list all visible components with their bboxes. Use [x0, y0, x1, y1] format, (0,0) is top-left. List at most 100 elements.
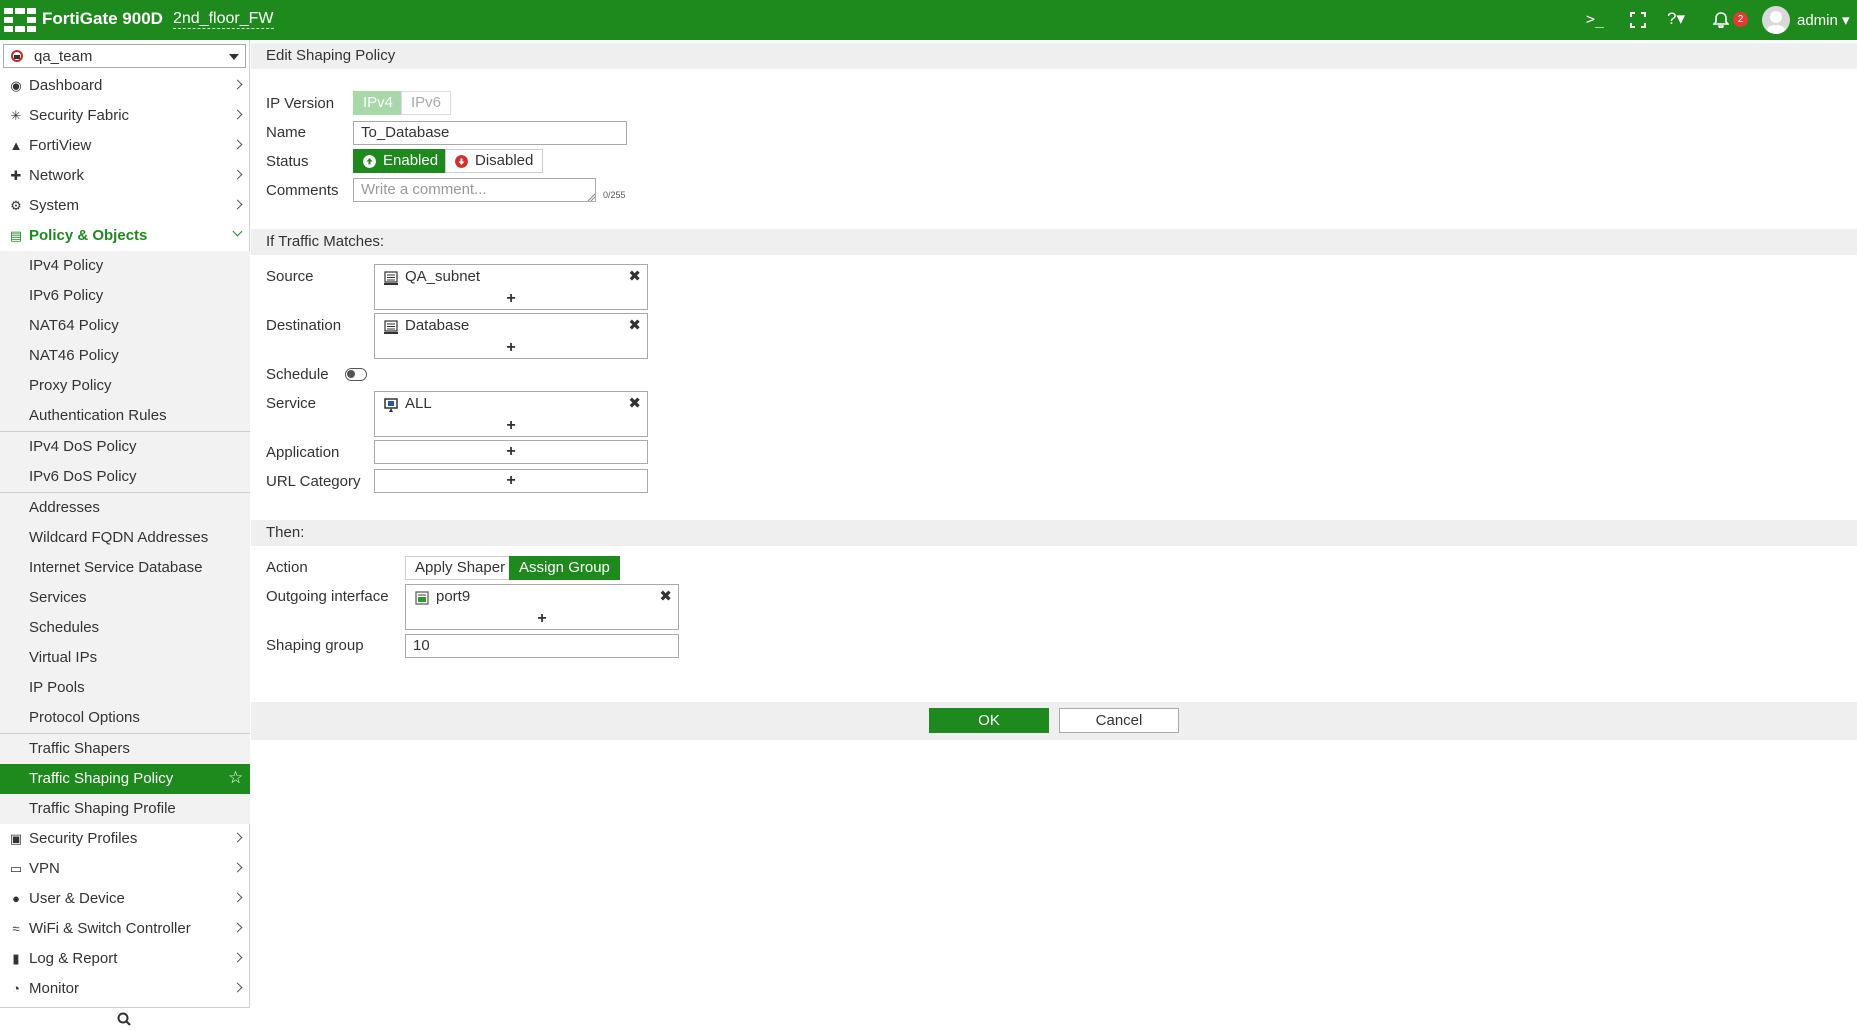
- sidebar-item-system[interactable]: ⚙ System: [0, 191, 250, 221]
- ipv6-option[interactable]: IPv6: [401, 91, 452, 115]
- sidebar-subitem-protocol-options[interactable]: Protocol Options: [0, 703, 250, 733]
- outgoing-interface-field[interactable]: port9 ✖ +: [405, 584, 679, 630]
- application-field[interactable]: +: [374, 440, 648, 464]
- arrow-down-circle-icon: [455, 155, 468, 168]
- chevron-right-icon: [232, 79, 243, 90]
- service-label: Service: [266, 395, 317, 412]
- sidebar-item-label: Policy & Objects: [29, 227, 148, 244]
- sidebar-item-fortiview[interactable]: ▲ FortiView: [0, 131, 250, 161]
- add-service-button[interactable]: +: [375, 418, 647, 434]
- hostname-link[interactable]: 2nd_floor_FW: [173, 10, 274, 29]
- address-icon: [384, 271, 398, 285]
- add-destination-button[interactable]: +: [375, 340, 647, 356]
- sidebar-search[interactable]: [0, 1007, 250, 1030]
- sidebar-subitem-traffic-shaping-policy[interactable]: Traffic Shaping Policy ☆: [0, 764, 250, 794]
- sidebar-subitem-proxy-policy[interactable]: Proxy Policy: [0, 371, 250, 401]
- sidebar-subitem-schedules[interactable]: Schedules: [0, 613, 250, 643]
- cancel-button[interactable]: Cancel: [1059, 708, 1179, 733]
- sidebar-item-user-device[interactable]: ● User & Device: [0, 884, 250, 914]
- assign-group-option[interactable]: Assign Group: [509, 556, 620, 580]
- section-title: Then:: [266, 524, 305, 541]
- remove-service-icon[interactable]: ✖: [628, 394, 641, 412]
- sidebar-subitem-traffic-shapers[interactable]: Traffic Shapers: [0, 734, 250, 764]
- sidebar-subitem-ipv4-dos-policy[interactable]: IPv4 DoS Policy: [0, 432, 250, 462]
- vdom-select[interactable]: qa_team: [3, 44, 246, 68]
- vdom-name: qa_team: [34, 48, 93, 65]
- avatar[interactable]: [1762, 6, 1790, 34]
- shaping-group-input[interactable]: 10: [405, 634, 679, 658]
- sidebar-subitem-ipv6-dos-policy[interactable]: IPv6 DoS Policy: [0, 462, 250, 492]
- chevron-down-icon: [232, 226, 243, 237]
- destination-field[interactable]: Database ✖ +: [374, 313, 648, 359]
- sidebar-item-log-report[interactable]: ▮ Log & Report: [0, 944, 250, 974]
- service-field[interactable]: ALL ✖ +: [374, 391, 648, 437]
- destination-entry: Database: [405, 317, 470, 334]
- notification-badge[interactable]: 2: [1733, 12, 1748, 27]
- ipv4-option[interactable]: IPv4: [353, 91, 404, 115]
- sidebar-subitem-addresses[interactable]: Addresses: [0, 493, 250, 523]
- wifi-icon: ≈: [12, 921, 20, 936]
- security-fabric-icon: ✳: [10, 108, 22, 123]
- sidebar-item-wifi-switch[interactable]: ≈ WiFi & Switch Controller: [0, 914, 250, 944]
- url-category-field[interactable]: +: [374, 469, 648, 493]
- sidebar-subitem-traffic-shaping-profile[interactable]: Traffic Shaping Profile: [0, 794, 250, 824]
- service-entry: ALL: [405, 395, 432, 412]
- sidebar-subitem-virtual-ips[interactable]: Virtual IPs: [0, 643, 250, 673]
- chevron-right-icon: [232, 892, 243, 903]
- resize-handle-icon[interactable]: [587, 193, 595, 201]
- ok-button[interactable]: OK: [929, 708, 1049, 733]
- sidebar-subitem-nat46-policy[interactable]: NAT46 Policy: [0, 341, 250, 371]
- sidebar-item-label: User & Device: [29, 890, 125, 907]
- search-icon[interactable]: [117, 1012, 131, 1026]
- sidebar-subitem-wildcard-fqdn[interactable]: Wildcard FQDN Addresses: [0, 523, 250, 553]
- help-icon[interactable]: ?▾: [1667, 9, 1685, 29]
- add-url-category-button[interactable]: +: [375, 473, 647, 489]
- bell-icon[interactable]: [1713, 12, 1729, 28]
- outgoing-interface-label: Outgoing interface: [266, 588, 389, 605]
- sidebar-item-dashboard[interactable]: ◉ Dashboard: [0, 71, 250, 101]
- sidebar-subitem-nat64-policy[interactable]: NAT64 Policy: [0, 311, 250, 341]
- chevron-right-icon: [232, 109, 243, 120]
- section-header-match: If Traffic Matches:: [251, 229, 1857, 255]
- status-enabled-button[interactable]: Enabled: [353, 149, 445, 173]
- sidebar-subitem-ipv4-policy[interactable]: IPv4 Policy: [0, 251, 250, 281]
- sidebar-item-policy-objects[interactable]: ▤ Policy & Objects: [0, 221, 250, 251]
- vdom-icon: [11, 50, 23, 62]
- sidebar-subitem-ip-pools[interactable]: IP Pools: [0, 673, 250, 703]
- source-field[interactable]: QA_subnet ✖ +: [374, 264, 648, 310]
- chevron-right-icon: [232, 862, 243, 873]
- user-menu[interactable]: admin ▾: [1797, 11, 1850, 29]
- user-icon: ●: [12, 891, 20, 906]
- ip-version-label: IP Version: [266, 95, 335, 112]
- cli-icon[interactable]: >_: [1586, 9, 1604, 29]
- comments-label: Comments: [266, 182, 339, 199]
- remove-destination-icon[interactable]: ✖: [628, 316, 641, 334]
- star-icon[interactable]: ☆: [228, 768, 243, 788]
- add-application-button[interactable]: +: [375, 444, 647, 460]
- schedule-toggle[interactable]: [345, 368, 367, 381]
- arrow-up-circle-icon: [363, 155, 376, 168]
- sidebar-subitem-internet-service-db[interactable]: Internet Service Database: [0, 553, 250, 583]
- apply-shaper-option[interactable]: Apply Shaper: [405, 556, 516, 580]
- status-disabled-label: Disabled: [475, 152, 534, 169]
- add-interface-button[interactable]: +: [406, 611, 678, 627]
- remove-source-icon[interactable]: ✖: [628, 267, 641, 285]
- sidebar-item-security-fabric[interactable]: ✳ Security Fabric: [0, 101, 250, 131]
- sidebar-subitem-services[interactable]: Services: [0, 583, 250, 613]
- source-entry: QA_subnet: [405, 268, 481, 285]
- section-header-then: Then:: [251, 520, 1857, 546]
- sidebar-subitem-ipv6-policy[interactable]: IPv6 Policy: [0, 281, 250, 311]
- sidebar-item-security-profiles[interactable]: ▣ Security Profiles: [0, 824, 250, 854]
- sidebar-item-vpn[interactable]: ▭ VPN: [0, 854, 250, 884]
- sidebar-item-network[interactable]: ✚ Network: [0, 161, 250, 191]
- fullscreen-icon[interactable]: [1630, 12, 1646, 28]
- add-source-button[interactable]: +: [375, 291, 647, 307]
- status-disabled-button[interactable]: Disabled: [445, 149, 543, 173]
- remove-interface-icon[interactable]: ✖: [659, 587, 672, 605]
- monitor-icon: ◔: [12, 981, 20, 996]
- sidebar-item-monitor[interactable]: ◔ Monitor: [0, 974, 250, 1004]
- name-input[interactable]: To_Database: [353, 121, 627, 145]
- subitem-label: Virtual IPs: [29, 649, 98, 666]
- comments-textarea[interactable]: Write a comment...: [353, 178, 596, 202]
- sidebar-subitem-authentication-rules[interactable]: Authentication Rules: [0, 401, 250, 431]
